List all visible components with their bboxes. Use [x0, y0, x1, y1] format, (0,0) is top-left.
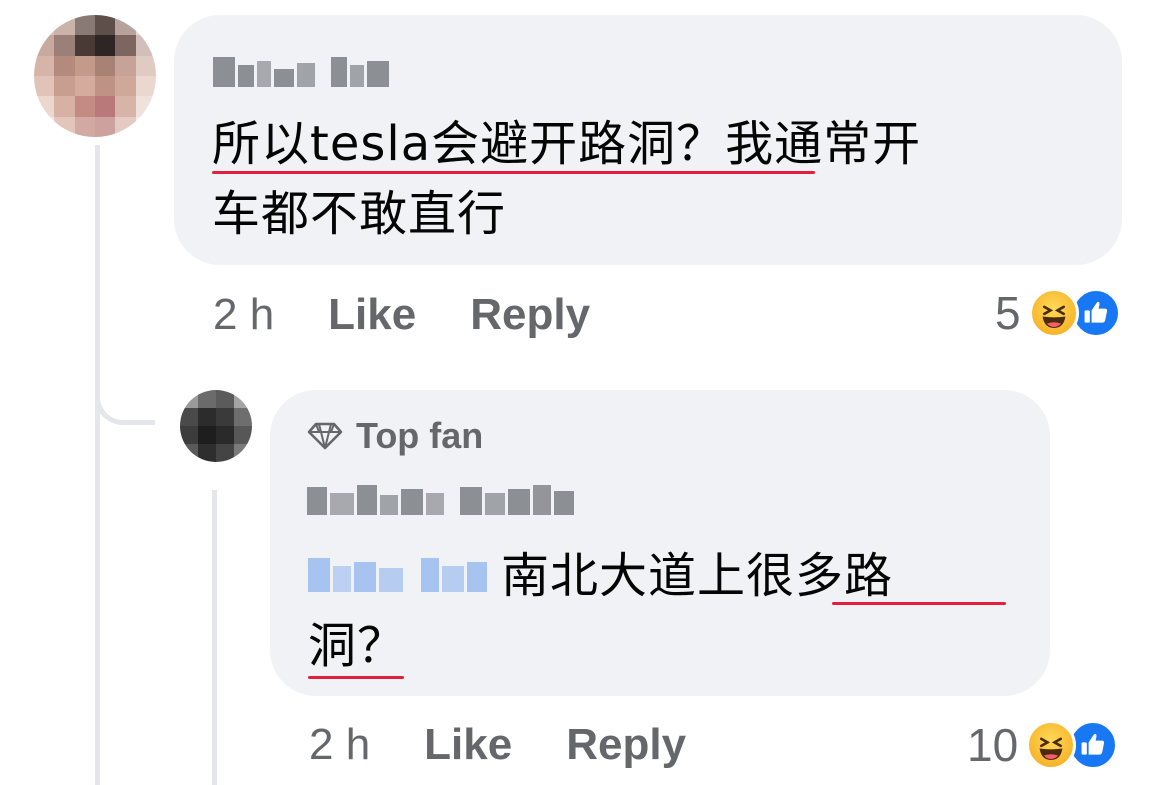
top-fan-badge: Top fan: [306, 415, 483, 457]
top-fan-label: Top fan: [356, 415, 484, 456]
like-button[interactable]: Like: [424, 720, 512, 770]
reaction-summary[interactable]: 5: [995, 286, 1121, 340]
reaction-count: 5: [995, 287, 1021, 339]
avatar[interactable]: [34, 15, 156, 137]
reply-text-line1: 南北大道上很多路: [308, 542, 893, 610]
author-name[interactable]: [307, 485, 574, 515]
avatar[interactable]: [180, 390, 252, 462]
reply-actions: 2 h Like Reply: [309, 720, 740, 770]
thread-connector: [95, 330, 155, 425]
haha-icon: [1026, 720, 1077, 770]
reaction-count: 10: [967, 719, 1019, 771]
spellcheck-underline: [832, 602, 1006, 605]
reply-button[interactable]: Reply: [470, 290, 590, 340]
mention-link[interactable]: [308, 558, 487, 592]
comment-text-line2: 车都不敢直行: [212, 186, 507, 242]
spellcheck-underline: [212, 171, 815, 174]
timestamp[interactable]: 2 h: [309, 720, 370, 770]
timestamp[interactable]: 2 h: [213, 290, 274, 340]
comment-actions: 2 h Like Reply: [213, 290, 644, 340]
diamond-icon: [307, 422, 343, 450]
like-button[interactable]: Like: [328, 290, 416, 340]
reply-button[interactable]: Reply: [566, 720, 686, 770]
author-name[interactable]: [213, 57, 389, 87]
haha-icon: [1028, 288, 1079, 338]
spellcheck-underline: [308, 676, 404, 679]
reply-text: 南北大道上很多路: [501, 548, 894, 604]
thread-line-main: [95, 145, 100, 785]
reply-text-line2: 洞？: [308, 618, 407, 674]
comment-text-line1: 所以tesla会避开路洞？我通常开: [212, 116, 922, 172]
reaction-summary[interactable]: 10: [967, 718, 1119, 772]
thread-line-reply: [212, 490, 217, 785]
